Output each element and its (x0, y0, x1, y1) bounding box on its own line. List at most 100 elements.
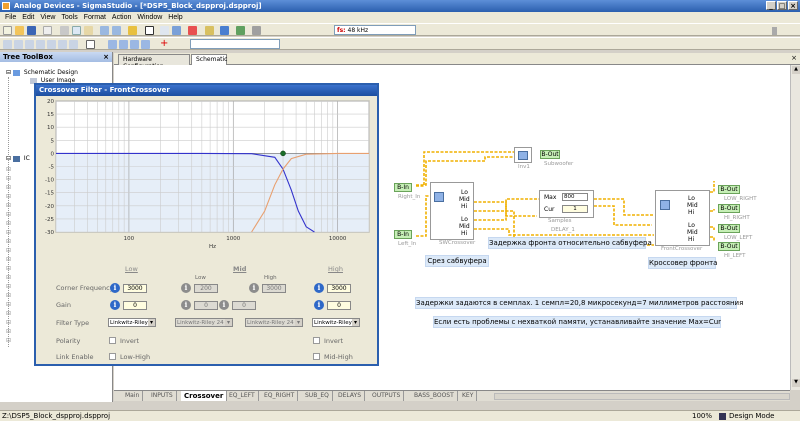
close-tab-icon[interactable]: × (791, 54, 797, 62)
input-left[interactable]: B-In (394, 230, 412, 239)
page-tab-eq-right[interactable]: EQ_RIGHT (261, 391, 299, 401)
open-icon[interactable] (15, 26, 24, 35)
undo-icon[interactable] (100, 26, 109, 35)
scroll-up-icon[interactable]: ▲ (792, 66, 800, 74)
high-filter-type-select[interactable]: Linkwitz-Riley 48 (312, 318, 360, 327)
output-low-left[interactable]: B-Out (718, 224, 740, 233)
page-tab-inputs[interactable]: INPUTS (148, 391, 177, 401)
download-icon[interactable] (220, 26, 229, 35)
front-crossover-block[interactable]: Lo Mid Hi Lo Mid Hi (655, 190, 710, 246)
output-hi-left[interactable]: B-Out (718, 242, 740, 251)
info-icon[interactable]: i (110, 300, 120, 310)
align-middle-icon[interactable] (47, 40, 56, 49)
high-corner-frequency-input[interactable]: 3000 (327, 284, 351, 293)
page-tab-main[interactable]: Main (122, 391, 144, 401)
save-icon[interactable] (27, 26, 36, 35)
menu-edit[interactable]: Edit (19, 14, 37, 21)
link-compile-icon[interactable] (236, 26, 245, 35)
info-icon[interactable]: i (110, 283, 120, 293)
low-corner-frequency-input[interactable]: 3000 (123, 284, 147, 293)
new-icon[interactable] (3, 26, 12, 35)
info-icon[interactable]: i (314, 283, 324, 293)
align-top-icon[interactable] (36, 40, 45, 49)
high-gain-input[interactable]: 0 (327, 301, 351, 310)
menu-action[interactable]: Action (109, 14, 134, 21)
tab-hardware-configuration[interactable]: Hardware Configuration (118, 54, 190, 70)
layout-1-icon[interactable] (108, 40, 117, 49)
note-front-crossover[interactable]: Кроссовер фронта (648, 257, 717, 269)
low-high-link-checkbox[interactable] (109, 353, 116, 360)
compile-icon[interactable] (205, 26, 214, 35)
vertical-scrollbar[interactable]: ▲ ▼ (790, 65, 800, 390)
align-center-icon[interactable] (14, 40, 23, 49)
tree-item-ic[interactable]: ⊟ IC (6, 155, 30, 162)
sample-rate-select[interactable]: fs: 48 kHz (334, 25, 416, 35)
add-icon[interactable]: + (160, 38, 168, 50)
output-subwoofer[interactable]: B-Out (540, 150, 560, 159)
print-icon[interactable] (43, 26, 52, 35)
object-select[interactable] (190, 39, 280, 49)
copy-icon[interactable] (72, 26, 81, 35)
close-icon[interactable]: × (788, 1, 798, 10)
delay-cur-input[interactable]: 1 (562, 205, 588, 213)
info-icon[interactable]: i (314, 300, 324, 310)
horizontal-scrollbar[interactable] (494, 393, 790, 400)
tab-schematic[interactable]: Schematic (191, 54, 227, 65)
menu-format[interactable]: Format (81, 14, 109, 21)
layout-4-icon[interactable] (141, 40, 150, 49)
note-sw-cut[interactable]: Срез сабвуфера (425, 255, 489, 267)
page-tab-bass-boost[interactable]: BASS_BOOST (411, 391, 458, 401)
align-bottom-icon[interactable] (58, 40, 67, 49)
low-filter-type-select[interactable]: Linkwitz-Riley 48 (108, 318, 156, 327)
redo-icon[interactable] (112, 26, 121, 35)
inverter-block[interactable] (514, 147, 532, 163)
delay-max-select[interactable]: 800 (562, 193, 588, 201)
tree-collapsed-items[interactable]: ⊞ ⊞ ⊞ ⊞ ⊞ ⊞ ⊞ ⊞ ⊞ ⊞ ⊞ ⊞ ⊞ ⊞ ⊞ ⊞ ⊞ ⊞ ⊞ ⊞ (6, 165, 11, 345)
page-tab-sub-eq[interactable]: SUB_EQ (302, 391, 333, 401)
collapse-icon[interactable]: ⊟ (6, 69, 11, 76)
cut-icon[interactable] (60, 26, 69, 35)
layout-2-icon[interactable] (119, 40, 128, 49)
pointer-icon[interactable] (145, 26, 154, 35)
minimize-icon[interactable]: _ (766, 1, 776, 10)
menu-window[interactable]: Window (134, 14, 165, 21)
low-gain-input[interactable]: 0 (123, 301, 147, 310)
output-hi-right[interactable]: B-Out (718, 204, 740, 213)
menu-file[interactable]: File (2, 14, 19, 21)
mid-low-corner-frequency-input: 200 (194, 284, 218, 293)
stop-icon[interactable] (188, 26, 197, 35)
note-delay-samples[interactable]: Задержки задаются в семплах. 1 семпл=20,… (415, 297, 743, 309)
menu-help[interactable]: Help (165, 14, 185, 21)
sw-crossover-block[interactable]: Lo Mid Hi Lo Mid Hi (430, 182, 474, 240)
menu-tools[interactable]: Tools (58, 14, 80, 21)
scroll-down-icon[interactable]: ▼ (792, 379, 800, 387)
same-size-icon[interactable] (69, 40, 78, 49)
delay-block[interactable]: Max 800 Cur 1 (539, 190, 594, 218)
layout-3-icon[interactable] (130, 40, 139, 49)
low-invert-checkbox[interactable] (109, 337, 116, 344)
mid-high-link-checkbox[interactable] (313, 353, 320, 360)
page-tab-crossover[interactable]: Crossover (181, 391, 228, 401)
page-tab-key[interactable]: KEY (459, 391, 478, 401)
close-icon[interactable]: × (103, 52, 109, 62)
settings-icon[interactable] (252, 26, 261, 35)
menu-view[interactable]: View (37, 14, 58, 21)
output-low-right[interactable]: B-Out (718, 185, 740, 194)
page-tab-outputs[interactable]: OUTPUTS (369, 391, 405, 401)
high-invert-checkbox[interactable] (313, 337, 320, 344)
tree-item-schematic[interactable]: ⊟ Schematic Design (6, 69, 78, 76)
note-delay-front[interactable]: Задержка фронта относительно сабвуфера (488, 237, 652, 249)
page-tab-delays[interactable]: DELAYS (335, 391, 366, 401)
paste-icon[interactable] (84, 26, 93, 35)
frequency-response-chart[interactable]: 20 15 10 5 0 -5 -10 -15 -20 -25 -30 100 1000 10000 Hz (36, 96, 377, 261)
align-right-icon[interactable] (25, 40, 34, 49)
note-memory-hint[interactable]: Если есть проблемы с нехваткой памяти, у… (433, 316, 721, 328)
text-icon[interactable] (86, 40, 95, 49)
link-icon[interactable] (128, 26, 137, 35)
zoom-icon[interactable] (160, 26, 169, 35)
maximize-icon[interactable]: □ (777, 1, 787, 10)
grid-icon[interactable] (172, 26, 181, 35)
align-left-icon[interactable] (3, 40, 12, 49)
page-tab-eq-left[interactable]: EQ_LEFT (226, 391, 259, 401)
input-right[interactable]: B-In (394, 183, 412, 192)
